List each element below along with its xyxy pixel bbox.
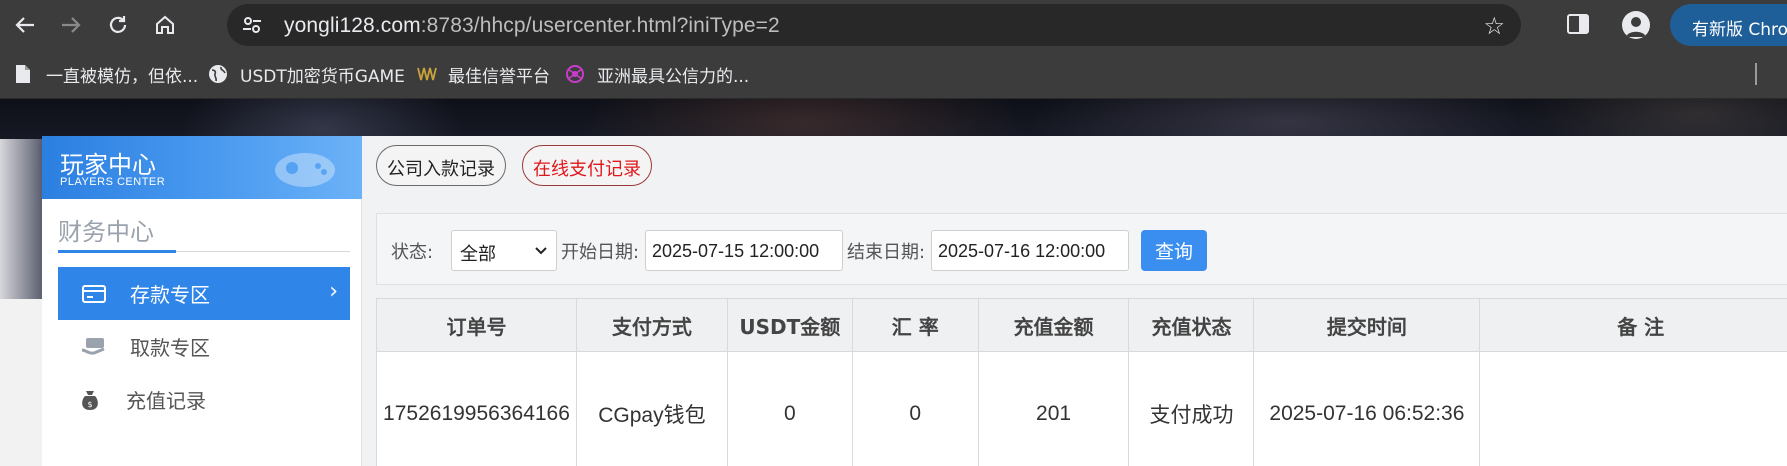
cash-icon xyxy=(80,333,108,361)
browser-toolbar: yongli128.com:8783/hhcp/usercenter.html?… xyxy=(0,0,1787,49)
column-header-order-no: 订单号 xyxy=(376,298,577,352)
cell-remark xyxy=(1479,351,1787,466)
site-logo-icon xyxy=(416,64,437,84)
sidebar-item-withdraw[interactable]: 取款专区 xyxy=(58,320,350,373)
user-center-panel: 玩家中心 PLAYERS CENTER 财务中心 存款专区 › 取款专区 $ 充… xyxy=(42,136,1787,466)
status-label: 状态: xyxy=(391,242,434,263)
column-header-usdt-amount: USDT金额 xyxy=(726,298,853,352)
sidebar-item-label: 充值记录 xyxy=(126,389,206,413)
globe-icon xyxy=(208,64,228,84)
sidebar-item-label: 取款专区 xyxy=(130,336,210,360)
url-text[interactable]: yongli128.com:8783/hhcp/usercenter.html?… xyxy=(284,14,780,38)
section-active-underline xyxy=(58,250,176,253)
forward-icon[interactable] xyxy=(56,10,86,40)
column-header-submit-time: 提交时间 xyxy=(1253,298,1481,352)
tab-company-deposit-records[interactable]: 公司入款记录 xyxy=(376,145,506,186)
cell-submit-time: 2025-07-16 06:52:36 xyxy=(1253,351,1481,466)
column-header-remark: 备 注 xyxy=(1479,298,1787,352)
start-date-label: 开始日期: xyxy=(561,242,640,263)
column-header-recharge-status: 充值状态 xyxy=(1128,298,1255,352)
cell-recharge-amount: 201 xyxy=(977,351,1130,466)
molecule-icon xyxy=(565,64,585,84)
address-bar[interactable]: yongli128.com:8783/hhcp/usercenter.html?… xyxy=(227,4,1521,46)
sidebar-title: 玩家中心 xyxy=(60,151,156,179)
start-date-input[interactable]: 2025-07-15 12:00:00 xyxy=(645,230,843,271)
home-icon[interactable] xyxy=(150,10,180,40)
page-icon xyxy=(14,64,34,84)
bookmarks-separator xyxy=(1755,63,1757,85)
sidebar: 玩家中心 PLAYERS CENTER 财务中心 存款专区 › 取款专区 $ 充… xyxy=(42,136,362,466)
cell-order-no: 1752619956364166 xyxy=(376,351,577,466)
cell-usdt-amount: 0 xyxy=(726,351,853,466)
table-row: 1752619956364166 CGpay钱包 0 0 201 支付成功 20… xyxy=(376,351,1787,466)
url-host: yongli128.com xyxy=(284,14,421,37)
bookmark-star-icon[interactable]: ☆ xyxy=(1483,12,1505,40)
bookmark-item[interactable]: 最佳信誉平台 xyxy=(416,61,550,87)
bookmark-item[interactable]: 亚洲最具公信力的... xyxy=(565,61,749,87)
svg-text:$: $ xyxy=(87,400,92,409)
status-select-value: 全部 xyxy=(460,244,496,265)
column-header-recharge-amount: 充值金额 xyxy=(977,298,1130,352)
cell-recharge-status: 支付成功 xyxy=(1128,351,1255,466)
status-select[interactable]: 全部 xyxy=(451,230,557,271)
bookmarks-bar: 一直被模仿，但依... USDT加密货币GAME 最佳信誉平台 亚洲最具公信力的… xyxy=(0,49,1787,99)
chevron-down-icon xyxy=(534,241,548,255)
bookmark-label: 亚洲最具公信力的... xyxy=(597,66,750,87)
side-panel-icon[interactable] xyxy=(1566,13,1592,37)
sidebar-header: 玩家中心 PLAYERS CENTER xyxy=(42,136,362,199)
bookmark-label: 一直被模仿，但依... xyxy=(46,66,199,87)
profile-avatar-icon[interactable] xyxy=(1622,11,1650,39)
end-date-label: 结束日期: xyxy=(847,242,926,263)
sidebar-item-recharge-records[interactable]: $ 充值记录 xyxy=(58,373,350,426)
tab-online-payment-records[interactable]: 在线支付记录 xyxy=(522,145,652,186)
sidebar-item-deposit[interactable]: 存款专区 › xyxy=(58,267,350,320)
sidebar-subtitle: PLAYERS CENTER xyxy=(60,176,166,188)
sidebar-item-label: 存款专区 xyxy=(130,283,210,307)
bookmark-item[interactable]: 一直被模仿，但依... xyxy=(14,61,198,87)
records-table: 订单号 支付方式 USDT金额 汇 率 充值金额 充值状态 提交时间 备 注 1… xyxy=(376,298,1787,466)
bookmark-item[interactable]: USDT加密货币GAME xyxy=(208,61,405,87)
table-header-row: 订单号 支付方式 USDT金额 汇 率 充值金额 充值状态 提交时间 备 注 xyxy=(376,298,1787,352)
bookmark-label: 最佳信誉平台 xyxy=(448,66,550,87)
cell-exchange-rate: 0 xyxy=(851,351,979,466)
column-header-payment-method: 支付方式 xyxy=(575,298,728,352)
finance-center-title: 财务中心 xyxy=(58,218,154,246)
main-content: 公司入款记录 在线支付记录 状态: 全部 开始日期: 2025-07-15 12… xyxy=(362,136,1787,466)
query-button[interactable]: 查询 xyxy=(1141,230,1207,271)
reload-icon[interactable] xyxy=(103,10,133,40)
site-info-icon[interactable] xyxy=(241,14,263,36)
gamepad-icon xyxy=(270,144,340,192)
chevron-right-icon: › xyxy=(329,279,338,304)
chrome-update-button[interactable]: 有新版 Chrome xyxy=(1670,4,1787,46)
url-path: :8783/hhcp/usercenter.html?iniType=2 xyxy=(420,14,780,37)
column-header-exchange-rate: 汇 率 xyxy=(851,298,979,352)
card-icon xyxy=(80,280,108,308)
cell-payment-method: CGpay钱包 xyxy=(575,351,728,466)
filter-bar: 状态: 全部 开始日期: 2025-07-15 12:00:00 结束日期: 2… xyxy=(376,213,1787,285)
page-viewport: 玩家中心 PLAYERS CENTER 财务中心 存款专区 › 取款专区 $ 充… xyxy=(0,99,1787,466)
back-icon[interactable] xyxy=(10,10,40,40)
moneybag-icon: $ xyxy=(76,386,104,414)
bookmark-label: USDT加密货币GAME xyxy=(240,66,405,87)
end-date-input[interactable]: 2025-07-16 12:00:00 xyxy=(931,230,1129,271)
